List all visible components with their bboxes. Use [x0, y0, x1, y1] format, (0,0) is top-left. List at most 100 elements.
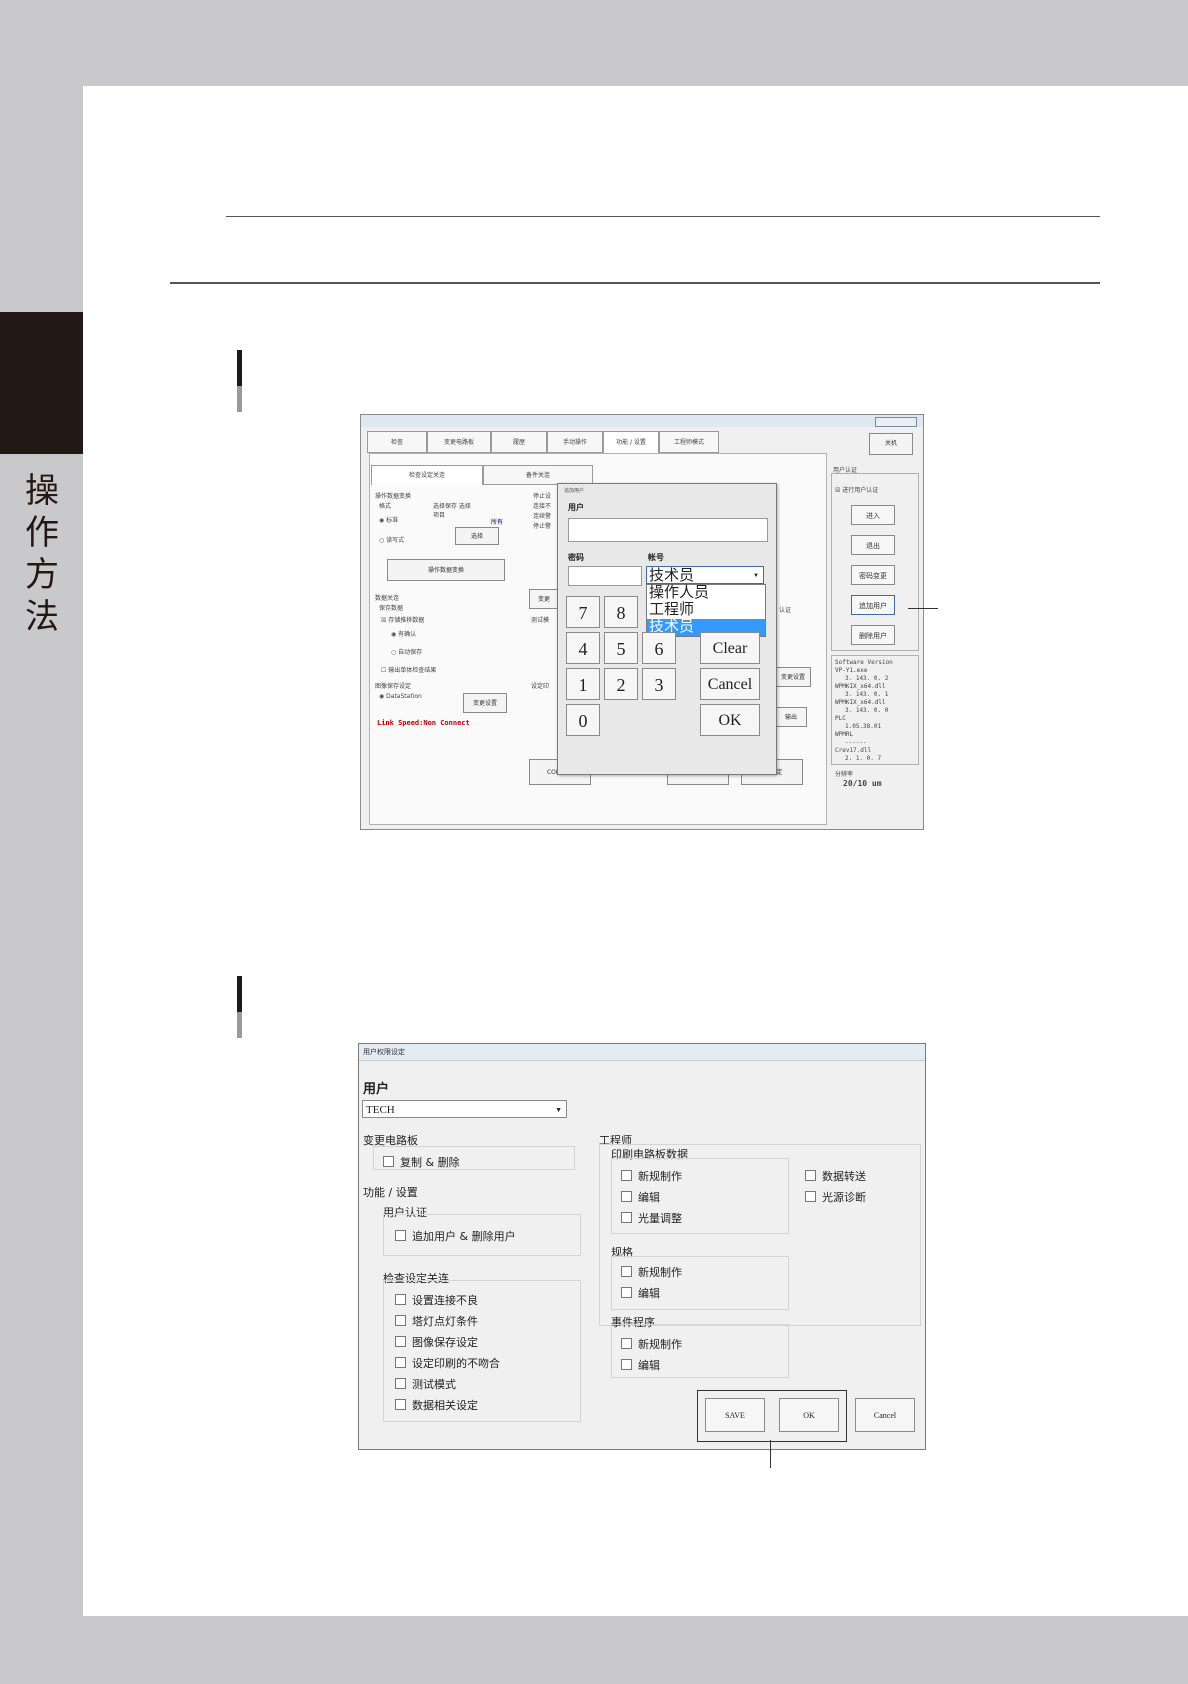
cancel-button[interactable]: Cancel: [855, 1398, 915, 1432]
tab-spare-parts[interactable]: 备件关连: [483, 465, 593, 485]
delete-user-button[interactable]: 删除用户: [851, 625, 895, 645]
user-label: 用户: [568, 503, 584, 512]
account-label: 帐号: [648, 553, 664, 562]
user-select[interactable]: TECH ▼: [362, 1100, 567, 1118]
check-right-item[interactable]: 数据转送: [805, 1168, 866, 1184]
checkbox[interactable]: [621, 1266, 632, 1277]
version-title: Software Version: [835, 659, 893, 666]
logout-button[interactable]: 退出: [851, 535, 895, 555]
checkbox[interactable]: [395, 1378, 406, 1389]
check-label: 复制 & 删除: [400, 1156, 460, 1169]
ok-key[interactable]: OK: [700, 704, 760, 736]
format-radio-rw[interactable]: ○ 读写式: [379, 535, 404, 544]
change-setting-button[interactable]: 变更设置: [463, 693, 507, 713]
tab-inspect[interactable]: 检查: [367, 431, 427, 453]
tab-history[interactable]: 履歴: [491, 431, 547, 453]
radio-auto-save[interactable]: ○ 自动保存: [391, 647, 422, 656]
password-input[interactable]: [568, 566, 642, 586]
tab-function-settings[interactable]: 功能 / 设置: [603, 431, 659, 453]
check-event-item[interactable]: 编辑: [621, 1357, 660, 1373]
user-auth-check[interactable]: ☒ 进行用户认证: [835, 485, 878, 494]
version-line: 3. 143. 0. 0: [845, 707, 889, 714]
account-dropdown-list: 操作人员 工程师 技术员: [646, 584, 766, 637]
check-print-item[interactable]: 编辑: [621, 1189, 660, 1205]
checkbox[interactable]: [395, 1336, 406, 1347]
check-spec-item[interactable]: 新规制作: [621, 1264, 682, 1280]
key-6[interactable]: 6: [642, 632, 676, 664]
check-copy-delete[interactable]: 复制 & 删除: [383, 1154, 460, 1170]
user-input[interactable]: [568, 518, 768, 542]
check-inspect-item[interactable]: 设置连接不良: [395, 1292, 478, 1308]
check-store-trend[interactable]: ☒ 存储推移数据: [381, 615, 424, 624]
checkbox[interactable]: [621, 1359, 632, 1370]
key-0[interactable]: 0: [566, 704, 600, 736]
checkbox[interactable]: [383, 1156, 394, 1167]
change-password-button[interactable]: 密码变更: [851, 565, 895, 585]
version-line: WPMRL: [835, 731, 854, 738]
side-char: 作: [25, 513, 59, 553]
checkbox[interactable]: [395, 1294, 406, 1305]
checkbox[interactable]: [621, 1212, 632, 1223]
key-4[interactable]: 4: [566, 632, 600, 664]
add-user-button[interactable]: 追加用户: [851, 595, 895, 615]
window-controls[interactable]: [875, 417, 917, 427]
radio-confirm[interactable]: ◉ 有确认: [391, 629, 416, 638]
key-7[interactable]: 7: [566, 596, 600, 628]
check-print-item[interactable]: 光量调整: [621, 1210, 682, 1226]
tab-change-board[interactable]: 变更电路板: [427, 431, 491, 453]
select-button[interactable]: 选择: [455, 527, 499, 545]
change-partial-button[interactable]: 变更: [529, 589, 559, 609]
checkbox[interactable]: [395, 1399, 406, 1410]
check-inspect-item[interactable]: 图像保存设定: [395, 1334, 478, 1350]
account-option[interactable]: 操作人员: [647, 585, 765, 602]
check-spec-item[interactable]: 编辑: [621, 1285, 660, 1301]
key-1[interactable]: 1: [566, 668, 600, 700]
clear-key[interactable]: Clear: [700, 632, 760, 664]
checkbox[interactable]: [395, 1315, 406, 1326]
checkbox[interactable]: [621, 1191, 632, 1202]
check-inspect-item[interactable]: 测试模式: [395, 1376, 456, 1392]
output-button[interactable]: 输出: [775, 707, 807, 727]
checkbox[interactable]: [621, 1287, 632, 1298]
check-right-item[interactable]: 光源诊断: [805, 1189, 866, 1205]
section-marker-1: [237, 350, 242, 412]
account-option[interactable]: 工程师: [647, 602, 765, 619]
check-output-result[interactable]: ☐ 输出单体检查结果: [381, 665, 436, 674]
checkbox[interactable]: [395, 1230, 406, 1241]
account-selected-value: 技术员: [649, 568, 695, 584]
key-8[interactable]: 8: [604, 596, 638, 628]
ok-button[interactable]: OK: [779, 1398, 839, 1432]
checkbox[interactable]: [621, 1338, 632, 1349]
cancel-key[interactable]: Cancel: [700, 668, 760, 700]
key-5[interactable]: 5: [604, 632, 638, 664]
check-add-delete-user[interactable]: 追加用户 & 删除用户: [395, 1228, 516, 1244]
format-radio-standard[interactable]: ◉ 标准: [379, 515, 398, 524]
key-2[interactable]: 2: [604, 668, 638, 700]
test-mode-label: 测试模: [531, 617, 550, 624]
check-event-item[interactable]: 新规制作: [621, 1336, 682, 1352]
check-label: 编辑: [638, 1359, 660, 1372]
tab-inspect-settings[interactable]: 检查设定关连: [371, 465, 483, 485]
radio-datastation[interactable]: ◉ DataStation: [379, 693, 422, 700]
checkbox[interactable]: [805, 1170, 816, 1181]
shutdown-button[interactable]: 关机: [869, 433, 913, 455]
password-label: 密码: [568, 553, 584, 562]
checkbox[interactable]: [621, 1170, 632, 1181]
image-save-label: 图像保存设定: [375, 683, 412, 690]
change-set-button[interactable]: 变更设置: [775, 667, 811, 687]
tab-engineer-mode[interactable]: 工程师模式: [659, 431, 719, 453]
check-inspect-item[interactable]: 塔灯点灯条件: [395, 1313, 478, 1329]
resolution-value: 20/10 um: [843, 779, 882, 788]
section-marker-2: [237, 976, 242, 1038]
checkbox[interactable]: [395, 1357, 406, 1368]
check-inspect-item[interactable]: 设定印刷的不吻合: [395, 1355, 500, 1371]
checkbox[interactable]: [805, 1191, 816, 1202]
account-select[interactable]: 技术员 ▼: [646, 566, 764, 584]
convert-data-button[interactable]: 操作数据变换: [387, 559, 505, 581]
check-inspect-item[interactable]: 数据相关设定: [395, 1397, 478, 1413]
check-print-item[interactable]: 新规制作: [621, 1168, 682, 1184]
key-3[interactable]: 3: [642, 668, 676, 700]
login-button[interactable]: 进入: [851, 505, 895, 525]
save-button[interactable]: SAVE: [705, 1398, 765, 1432]
tab-manual[interactable]: 手动操作: [547, 431, 603, 453]
